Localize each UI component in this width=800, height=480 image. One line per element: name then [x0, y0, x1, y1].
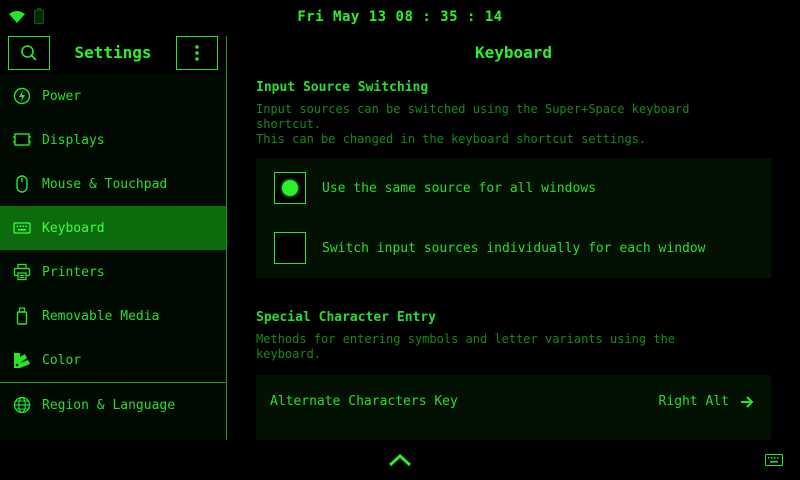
- input-source-options: Use the same source for all windows Swit…: [256, 158, 771, 278]
- color-icon: [12, 350, 32, 370]
- radio-label: Use the same source for all windows: [322, 180, 596, 196]
- bottom-bar: [0, 440, 800, 480]
- radio-selected-indicator: [282, 180, 298, 196]
- kebab-menu-icon: [195, 45, 199, 61]
- sidebar-item-mouse-touchpad[interactable]: Mouse & Touchpad: [0, 162, 226, 206]
- sidebar-item-label: Mouse & Touchpad: [42, 176, 168, 192]
- mouse-icon: [12, 174, 32, 194]
- sidebar-item-label: Displays: [42, 132, 105, 148]
- sidebar: Power Displays Mouse & Touchpad Keyboard…: [0, 74, 226, 440]
- sidebar-item-power[interactable]: Power: [0, 74, 226, 118]
- sidebar-item-label: Keyboard: [42, 220, 105, 236]
- sidebar-header: Settings: [0, 34, 227, 74]
- sidebar-item-keyboard[interactable]: Keyboard: [0, 206, 226, 250]
- display-icon: [12, 130, 32, 150]
- menu-button[interactable]: [176, 36, 218, 70]
- sidebar-item-label: Power: [42, 88, 82, 104]
- section-title-input-source: Input Source Switching: [256, 80, 429, 95]
- sidebar-item-displays[interactable]: Displays: [0, 118, 226, 162]
- alternate-characters-key-row[interactable]: Alternate Characters Key Right Alt: [256, 375, 771, 440]
- section-description: Methods for entering symbols and letter …: [256, 332, 676, 361]
- search-icon: [21, 45, 37, 61]
- radio-button[interactable]: [274, 172, 306, 204]
- sidebar-item-removable-media[interactable]: Removable Media: [0, 294, 226, 338]
- clock[interactable]: Fri May 13 08 : 35 : 14: [0, 9, 800, 25]
- keyboard-icon[interactable]: [765, 454, 783, 466]
- power-icon: [12, 86, 32, 106]
- alt-key-value: Right Alt: [658, 394, 729, 409]
- content-pane: Input Source Switching Input sources can…: [227, 74, 800, 440]
- radio-option-per-window[interactable]: Switch input sources individually for ea…: [256, 218, 771, 278]
- arrow-right-icon: [741, 396, 754, 408]
- sidebar-item-color[interactable]: Color: [0, 338, 226, 382]
- usb-icon: [12, 306, 32, 326]
- page-title: Keyboard: [474, 43, 553, 62]
- sidebar-item-region-language[interactable]: Region & Language: [0, 383, 226, 427]
- radio-label: Switch input sources individually for ea…: [322, 240, 706, 256]
- section-title-special-chars: Special Character Entry: [256, 310, 437, 325]
- printer-icon: [12, 262, 32, 282]
- search-button[interactable]: [8, 36, 50, 70]
- globe-icon: [12, 395, 32, 415]
- keyboard-icon: [12, 218, 32, 238]
- sidebar-item-label: Removable Media: [42, 308, 160, 324]
- status-bar: Fri May 13 08 : 35 : 14: [0, 0, 800, 34]
- section-description: Input sources can be switched using the …: [256, 102, 690, 146]
- sidebar-title: Settings: [74, 43, 152, 62]
- alt-key-label: Alternate Characters Key: [270, 394, 458, 409]
- chevron-up-icon[interactable]: [388, 452, 412, 468]
- sidebar-item-label: Region & Language: [42, 397, 176, 413]
- radio-option-same-source[interactable]: Use the same source for all windows: [256, 158, 771, 218]
- sidebar-item-label: Printers: [42, 264, 105, 280]
- sidebar-item-printers[interactable]: Printers: [0, 250, 226, 294]
- sidebar-item-label: Color: [42, 352, 82, 368]
- radio-button[interactable]: [274, 232, 306, 264]
